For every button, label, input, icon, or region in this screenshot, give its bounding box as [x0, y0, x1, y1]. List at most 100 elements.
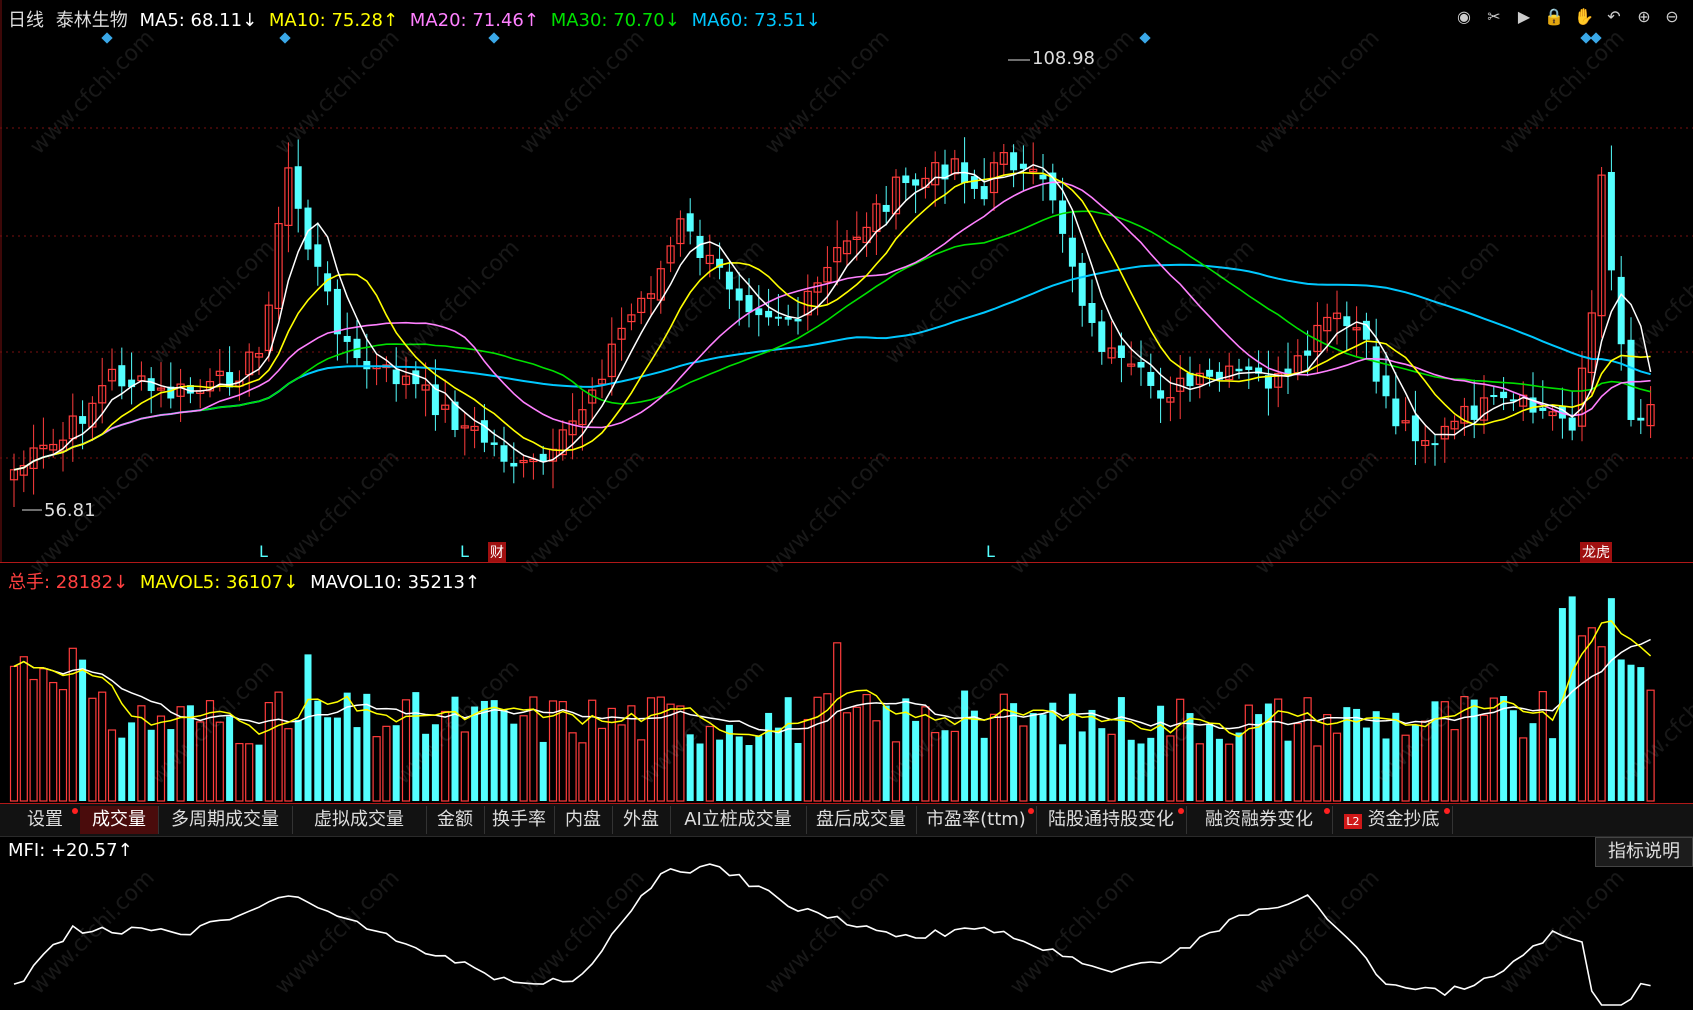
mavol10-line: [14, 640, 1651, 733]
volume-bar-down: [471, 707, 478, 801]
tab-11[interactable]: 陆股通持股变化: [1036, 806, 1187, 834]
volume-bar-up: [1196, 744, 1203, 801]
volume-bar-down: [687, 734, 694, 801]
candle-body-down: [148, 378, 155, 391]
volume-bar-down: [726, 725, 733, 801]
tab-1[interactable]: 成交量: [80, 806, 159, 834]
event-diamond-marker: [101, 32, 112, 43]
period-label[interactable]: 日线: [8, 10, 44, 31]
volume-bar-down: [1049, 703, 1056, 801]
volume-bar-down: [295, 720, 302, 801]
tab-9[interactable]: 盘后成交量: [806, 806, 917, 834]
volume-bar-down: [324, 717, 331, 801]
volume-bar-down: [1500, 696, 1507, 801]
tab-5[interactable]: 换手率: [484, 806, 555, 834]
eye-icon[interactable]: ◉: [1453, 6, 1475, 28]
volume-bar-up: [177, 707, 184, 801]
marker-dragon-tiger[interactable]: 龙虎: [1580, 542, 1612, 562]
volume-bar-down: [736, 736, 743, 801]
candle-body-down: [1618, 277, 1625, 344]
marker-l[interactable]: L: [986, 542, 995, 561]
volume-bar-up: [569, 733, 576, 801]
volume-bar-down: [1079, 731, 1086, 801]
tab-10[interactable]: 市盈率(ttm): [916, 806, 1037, 834]
candlestick-chart[interactable]: [0, 0, 1693, 562]
candle-body-down: [902, 176, 909, 184]
candle-body-down: [481, 420, 488, 442]
volume-bar-down: [785, 697, 792, 801]
marker-l[interactable]: L: [460, 542, 469, 561]
candle-body-down: [1637, 418, 1644, 421]
volume-bar-up: [1275, 699, 1282, 801]
indicator-help-button[interactable]: 指标说明: [1595, 837, 1693, 867]
volume-bar-down: [1236, 733, 1243, 801]
volume-bar-up: [618, 725, 625, 801]
volume-panel[interactable]: 总手: 28182↓ MAVOL5: 36107↓ MAVOL10: 35213…: [0, 563, 1693, 804]
notification-dot: [1444, 808, 1450, 814]
hand-icon[interactable]: ✋: [1573, 6, 1595, 28]
tab-label: 换手率: [492, 809, 546, 830]
mavol10-label: MAVOL10: 35213↑: [310, 572, 480, 593]
tab-6[interactable]: 内盘: [554, 806, 613, 834]
volume-bar-down: [118, 738, 125, 801]
volume-bar-down: [1138, 743, 1145, 801]
zoom-out-icon[interactable]: ⊖: [1661, 6, 1683, 28]
volume-bar-up: [1245, 705, 1252, 801]
tab-7[interactable]: 外盘: [612, 806, 671, 834]
candle-body-down: [883, 205, 890, 212]
volume-bar-up: [991, 714, 998, 801]
volume-bar-up: [863, 695, 870, 801]
mfi-panel[interactable]: MFI: +20.57↑ 指标说明: [0, 837, 1693, 1010]
volume-bar-up: [383, 726, 390, 801]
volume-bar-up: [60, 690, 67, 801]
volume-bar-down: [167, 729, 174, 801]
price-panel[interactable]: 日线 泰林生物 MA5: 68.11↓ MA10: 75.28↑ MA20: 7…: [0, 0, 1693, 563]
volume-bar-up: [40, 669, 47, 801]
scissors-icon[interactable]: ✂: [1483, 6, 1505, 28]
notification-dot: [1324, 808, 1330, 814]
lock-icon[interactable]: 🔒: [1543, 6, 1565, 28]
marker-financial-report[interactable]: 财: [488, 542, 506, 562]
tab-8[interactable]: AI立桩成交量: [670, 806, 807, 834]
tab-2[interactable]: 多周期成交量: [158, 806, 293, 834]
volume-bar-up: [628, 706, 635, 801]
volume-chart[interactable]: [0, 563, 1693, 803]
volume-bar-up: [236, 744, 243, 801]
volume-bar-down: [1530, 723, 1537, 801]
volume-bar-up: [530, 697, 537, 801]
candle-body-down: [295, 166, 302, 209]
candle-body-down: [1147, 372, 1154, 386]
volume-bar-up: [1539, 692, 1546, 801]
volume-bar-down: [795, 743, 802, 801]
play-icon[interactable]: ▶: [1513, 6, 1535, 28]
volume-bar-down: [510, 724, 517, 801]
mfi-line: [14, 864, 1651, 1005]
tab-4[interactable]: 金额: [426, 806, 485, 834]
candle-body-down: [1628, 340, 1635, 420]
undo-icon[interactable]: ↶: [1603, 6, 1625, 28]
volume-bar-up: [285, 729, 292, 801]
volume-bar-down: [256, 745, 263, 801]
volume-bar-up: [1451, 730, 1458, 801]
tab-label: 市盈率(ttm): [926, 809, 1026, 830]
tab-13[interactable]: L2 资金抄底: [1332, 806, 1453, 834]
volume-bar-up: [158, 716, 165, 801]
volume-bar-up: [275, 692, 282, 801]
marker-l[interactable]: L: [259, 542, 268, 561]
tab-label: 金额: [437, 809, 473, 830]
notification-dot: [1178, 808, 1184, 814]
mfi-chart[interactable]: [0, 837, 1693, 1010]
tab-3[interactable]: 虚拟成交量: [292, 806, 427, 834]
tab-label: 内盘: [565, 809, 601, 830]
volume-bar-up: [932, 733, 939, 801]
tab-12[interactable]: 融资融券变化: [1186, 806, 1333, 834]
candle-body-down: [1569, 418, 1576, 431]
candle-body-down: [1118, 345, 1125, 357]
volume-bar-down: [1187, 713, 1194, 801]
volume-bar-down: [334, 718, 341, 801]
volume-bar-up: [246, 744, 253, 801]
total-volume-label: 总手: 28182↓: [8, 572, 128, 593]
zoom-in-icon[interactable]: ⊕: [1633, 6, 1655, 28]
volume-bar-down: [716, 740, 723, 801]
tab-0[interactable]: 设置: [10, 806, 81, 834]
